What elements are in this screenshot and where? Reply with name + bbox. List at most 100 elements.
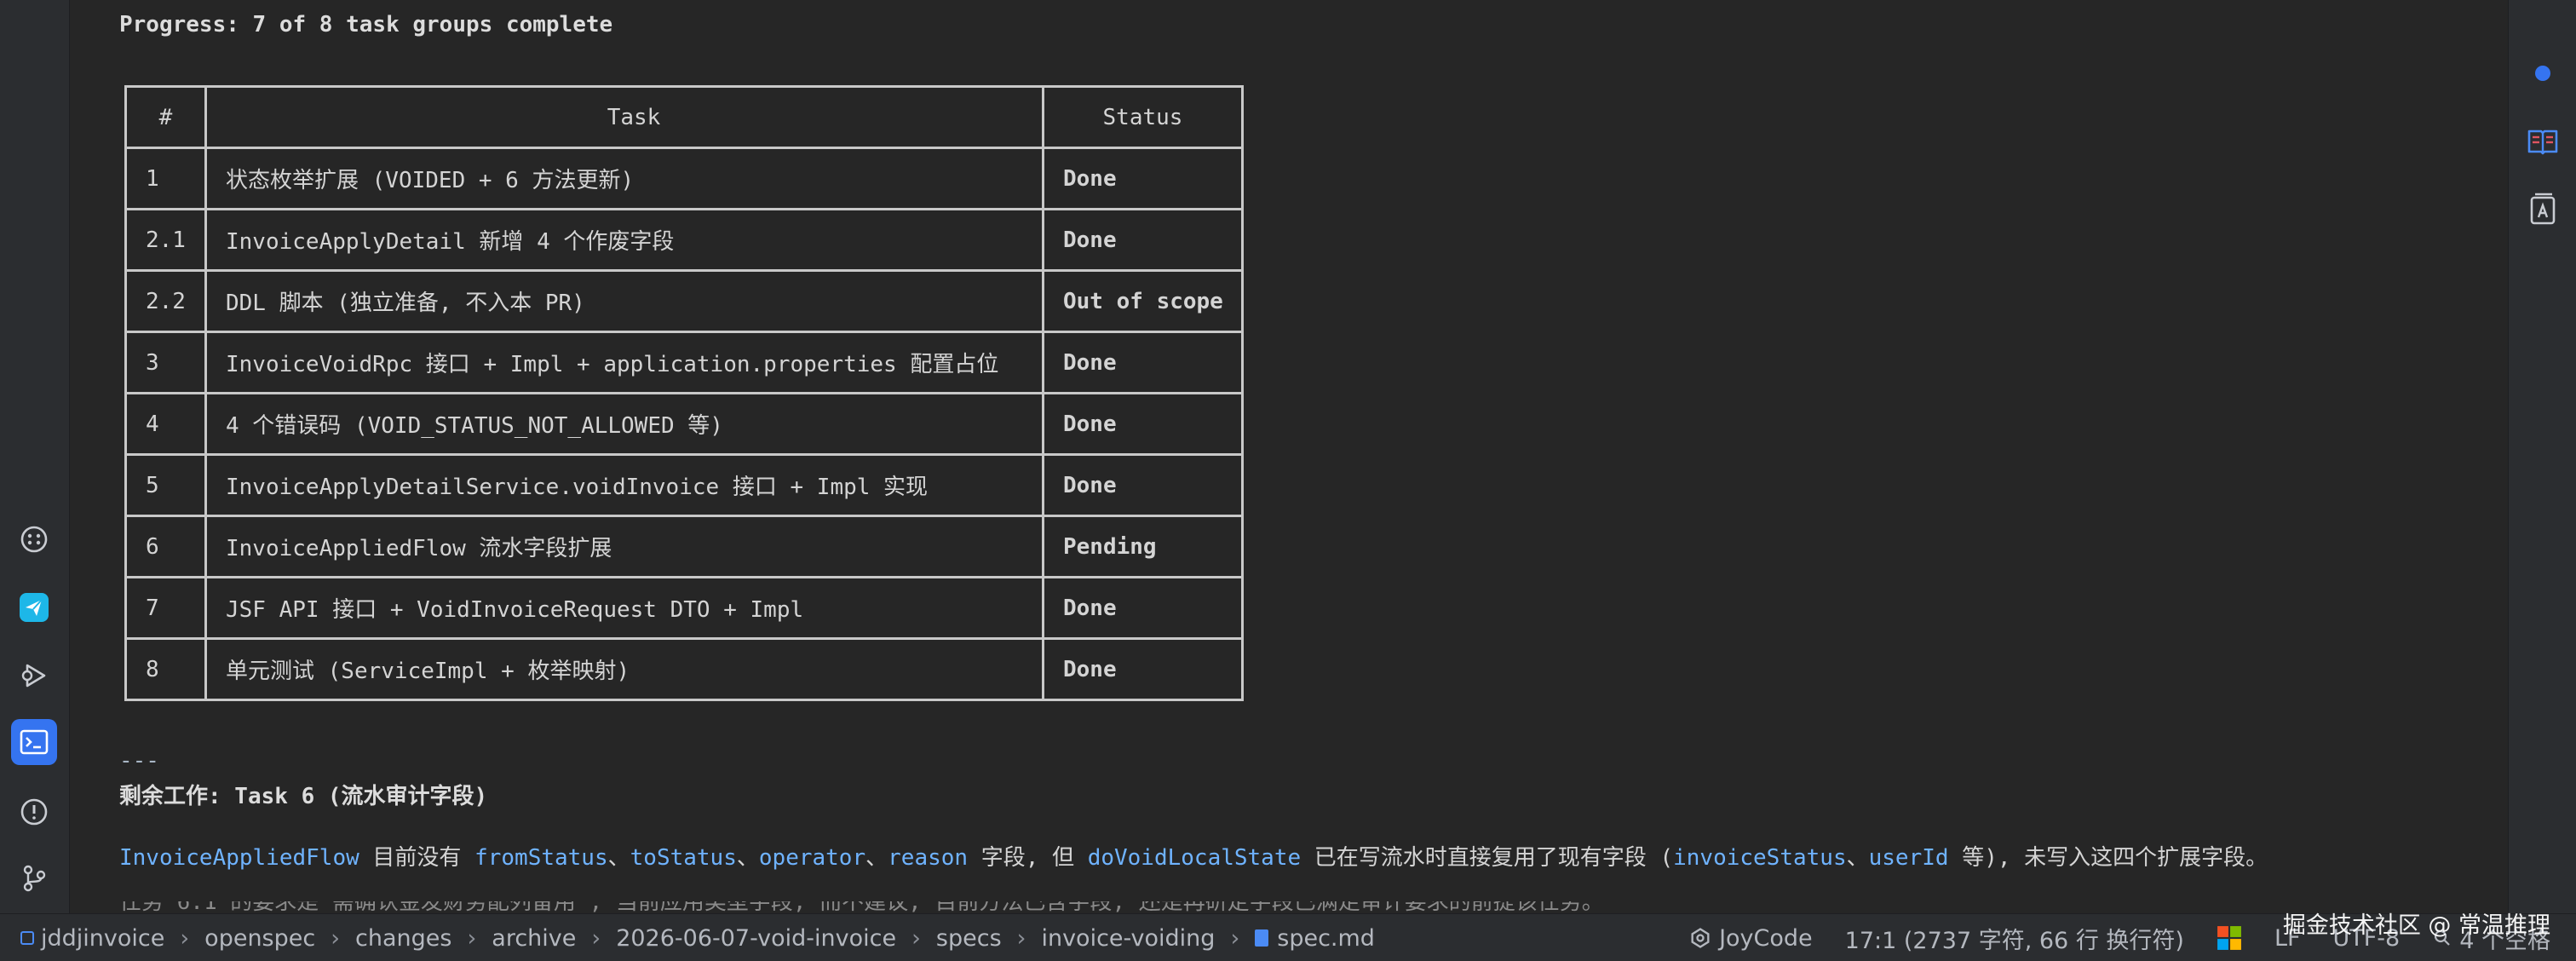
row-number: 8 [124,637,207,701]
table-row: 2.1 InvoiceApplyDetail 新增 4 个作废字段 Done [124,208,1244,272]
row-status: Done [1042,453,1244,517]
row-status: Done [1042,208,1244,272]
row-status: Done [1042,576,1244,640]
table-row: 3 InvoiceVoidRpc 接口 + Impl + application… [124,331,1244,394]
watermark: 掘金技术社区 @ 常温推理 [2282,912,2550,939]
row-task: InvoiceApplyDetail 新增 4 个作废字段 [204,208,1044,272]
row-status: Pending [1042,515,1244,578]
chevron-right-icon: › [331,924,341,952]
table-row: 4 4 个错误码 (VOID_STATUS_NOT_ALLOWED 等) Don… [124,392,1244,456]
code-span: reason [888,845,969,871]
remaining-work-heading: 剩余工作: Task 6 (流水审计字段) [119,784,488,809]
code-span: InvoiceAppliedFlow [119,845,359,871]
text-span: 已在写流水时直接复用了现有字段 ( [1301,845,1674,871]
row-number: 2.2 [124,269,207,333]
row-task: 状态枚举扩展 (VOIDED + 6 方法更新) [204,147,1044,210]
header-number: # [124,85,207,149]
cursor-position[interactable]: 17:1 (2737 字符, 66 行 换行符) [1845,922,2184,955]
notification-dot-icon[interactable] [2526,56,2560,90]
table-header-row: # Task Status [124,85,1244,149]
row-number: 3 [124,331,207,394]
chevron-right-icon: › [180,924,190,952]
chevron-right-icon: › [591,924,601,952]
row-task: InvoiceAppliedFlow 流水字段扩展 [204,515,1044,578]
header-task: Task [204,85,1044,149]
text-span: 、 [1846,845,1869,871]
breadcrumb-item[interactable]: specs [936,925,1002,952]
progress-text: Progress: 7 of 8 task groups complete [119,12,613,37]
markdown-file-icon [1255,929,1269,947]
send-plane-icon[interactable] [11,584,57,630]
row-task: InvoiceApplyDetailService.voidInvoice 接口… [204,453,1044,517]
table-row: 6 InvoiceAppliedFlow 流水字段扩展 Pending [124,515,1244,578]
translate-book-icon[interactable] [2526,193,2560,227]
breadcrumb-item[interactable]: changes [355,925,451,952]
problems-icon[interactable] [11,789,57,835]
status-bar: jddjinvoice › openspec › changes › archive ›… [0,913,2576,961]
row-task: 4 个错误码 (VOID_STATUS_NOT_ALLOWED 等) [204,392,1044,456]
joycode-label: JoyCode [1719,924,1813,952]
text-span: 等), 未写入这四个扩展字段。 [1948,845,2268,871]
row-number: 7 [124,576,207,640]
row-status: Done [1042,147,1244,210]
chevron-right-icon: › [911,924,921,952]
reader-mode-icon[interactable] [2526,124,2560,158]
windows-logo-icon[interactable] [2217,925,2242,951]
breadcrumb: jddjinvoice › openspec › changes › archive ›… [20,914,1375,961]
chevron-right-icon: › [1230,924,1240,952]
row-status: Out of scope [1042,269,1244,333]
code-span: operator [758,845,866,871]
chevron-right-icon: › [1016,924,1026,952]
breadcrumb-item[interactable]: invoice-voiding [1041,925,1215,952]
table-row: 1 状态枚举扩展 (VOIDED + 6 方法更新) Done [124,147,1244,210]
row-task: 单元测试 (ServiceImpl + 枚举映射) [204,637,1044,701]
separator-line: --- [119,748,159,774]
table-row: 8 单元测试 (ServiceImpl + 枚举映射) Done [124,637,1244,701]
git-branch-icon[interactable] [11,855,57,901]
clipped-text: 任务 6.1 的要求是“需确认金发财务配列备用”, 当前应用类型字段, 而不建议… [119,901,1993,913]
chevron-right-icon: › [467,924,477,952]
text-span: 、 [736,845,759,871]
table-row: 2.2 DDL 脚本 (独立准备, 不入本 PR) Out of scope [124,269,1244,333]
row-number: 5 [124,453,207,517]
left-tool-bar [0,0,70,913]
project-icon [20,931,34,945]
row-number: 6 [124,515,207,578]
row-number: 1 [124,147,207,210]
text-span: 、 [607,845,630,871]
task-table: # Task Status 1 状态枚举扩展 (VOIDED + 6 方法更新)… [124,85,1244,701]
breadcrumb-item[interactable]: archive [492,925,576,952]
row-task: JSF API 接口 + VoidInvoiceRequest DTO + Im… [204,576,1044,640]
row-task: DDL 脚本 (独立准备, 不入本 PR) [204,269,1044,333]
text-span: 字段, 但 [968,845,1088,871]
code-span: toStatus [630,845,737,871]
breadcrumb-file[interactable]: spec.md [1277,925,1375,952]
breadcrumb-item[interactable]: openspec [204,925,315,952]
run-debug-icon[interactable] [11,653,57,699]
table-row: 7 JSF API 接口 + VoidInvoiceRequest DTO + … [124,576,1244,640]
code-span: doVoidLocalState [1087,845,1302,871]
code-span: fromStatus [474,845,608,871]
header-status: Status [1042,85,1244,149]
text-span: 目前没有 [359,845,475,871]
table-row: 5 InvoiceApplyDetailService.voidInvoice … [124,453,1244,517]
row-status: Done [1042,331,1244,394]
row-status: Done [1042,637,1244,701]
breadcrumb-item[interactable]: 2026-06-07-void-invoice [616,925,896,952]
row-task: InvoiceVoidRpc 接口 + Impl + application.p… [204,331,1044,394]
markdown-preview: Progress: 7 of 8 task groups complete # … [70,0,2508,913]
joycode-icon [1691,928,1710,948]
remaining-work-description: InvoiceAppliedFlow 目前没有 fromStatus、toSta… [119,840,2268,872]
more-dots-icon[interactable] [11,516,57,562]
joycode-widget[interactable]: JoyCode [1688,925,1813,952]
breadcrumb-item[interactable]: jddjinvoice [41,925,164,952]
code-span: invoiceStatus [1673,845,1847,871]
terminal-icon[interactable] [11,719,57,765]
row-status: Done [1042,392,1244,456]
right-tool-bar [2508,0,2576,913]
text-span: 、 [865,845,888,871]
code-span: userId [1868,845,1949,871]
row-number: 4 [124,392,207,456]
clipped-text-line: 任务 6.1 的要求是“需确认金发财务配列备用”, 当前应用类型字段, 而不建议… [119,901,1993,913]
row-number: 2.1 [124,208,207,272]
